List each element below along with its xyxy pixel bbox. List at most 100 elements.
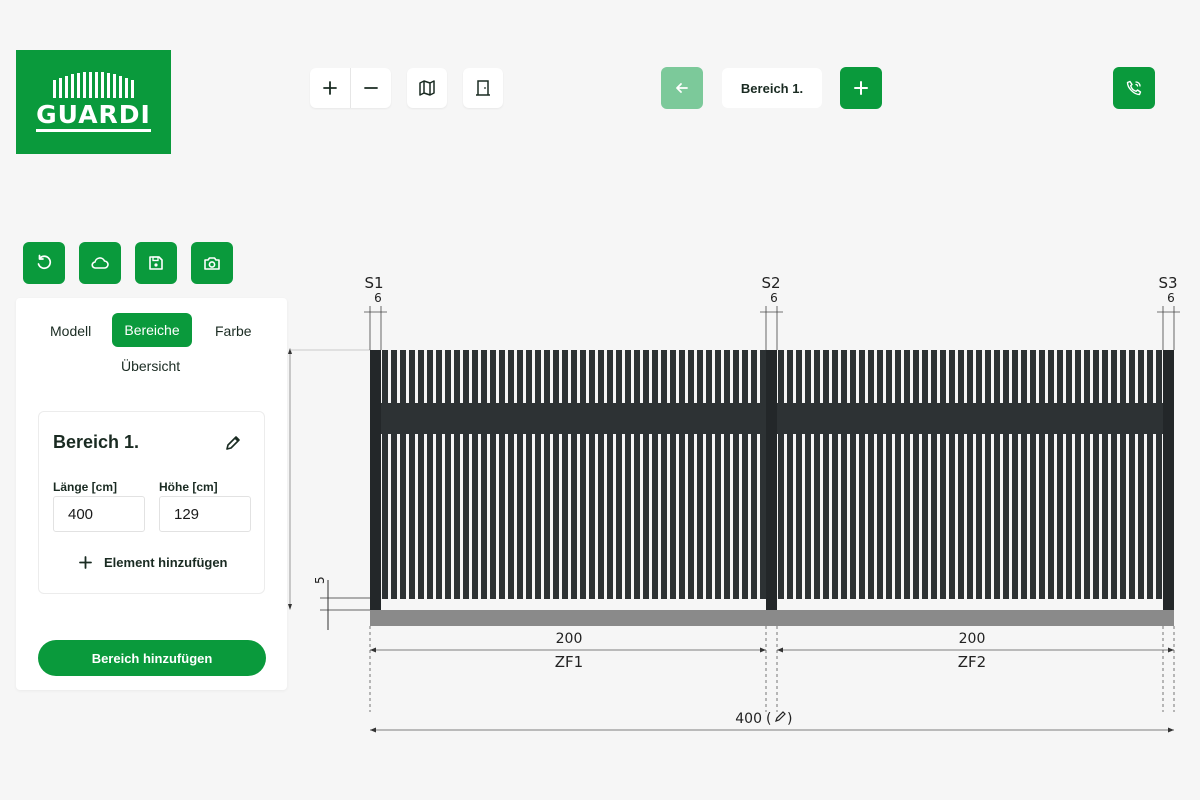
add-element-button[interactable]: Element hinzufügen	[79, 555, 228, 570]
slat-bottom	[1129, 433, 1135, 599]
tab-uebersicht[interactable]: Übersicht	[121, 358, 180, 374]
slat-top	[616, 350, 622, 404]
slat-bottom	[454, 433, 460, 599]
slat-top	[526, 350, 532, 404]
slat-bottom	[589, 433, 595, 599]
pencil-icon	[775, 711, 786, 722]
slat-bottom	[526, 433, 532, 599]
slat-bottom	[1066, 433, 1072, 599]
slat-bottom	[985, 433, 991, 599]
contact-button[interactable]	[1113, 67, 1155, 109]
slat-bottom	[1084, 433, 1090, 599]
door-view-button[interactable]	[463, 68, 503, 108]
slat-top	[913, 350, 919, 404]
slat-top	[553, 350, 559, 404]
slat-bottom	[967, 433, 973, 599]
slat-bottom	[535, 433, 541, 599]
slat-bottom	[1003, 433, 1009, 599]
slat-top	[589, 350, 595, 404]
slat-bottom	[877, 433, 883, 599]
edit-total-length-button[interactable]: ( )	[766, 711, 792, 727]
slat-bottom	[427, 433, 433, 599]
slat-bottom	[607, 433, 613, 599]
zoom-in-button[interactable]	[310, 68, 350, 108]
plus-icon	[79, 556, 92, 569]
slat-bottom	[1048, 433, 1054, 599]
slat-top	[886, 350, 892, 404]
slat-top	[931, 350, 937, 404]
slat-bottom	[553, 433, 559, 599]
tab-bereiche[interactable]: Bereiche	[112, 313, 192, 347]
height-field[interactable]: 129	[159, 496, 251, 532]
slat-top	[490, 350, 496, 404]
slat-bottom	[742, 433, 748, 599]
arrow-left-icon	[676, 83, 688, 93]
slat-top	[1111, 350, 1117, 404]
previous-area-button[interactable]	[661, 67, 703, 109]
height-label: Höhe [cm]	[159, 480, 218, 494]
slat-top	[679, 350, 685, 404]
slat-bottom	[481, 433, 487, 599]
slat-top	[436, 350, 442, 404]
slat-bottom	[544, 433, 550, 599]
slat-top	[535, 350, 541, 404]
slat-bottom	[1075, 433, 1081, 599]
slat-bottom	[724, 433, 730, 599]
slat-bottom	[1138, 433, 1144, 599]
reset-button[interactable]	[23, 242, 65, 284]
slat-top	[382, 350, 388, 404]
slat-bottom	[652, 433, 658, 599]
slat-top	[625, 350, 631, 404]
fence-drawing[interactable]: 5 S1 6 S2 6 S3 6 200 ZF1 200 ZF2 400 ( )	[280, 260, 1200, 750]
slat-bottom	[634, 433, 640, 599]
zoom-out-button[interactable]	[351, 68, 391, 108]
slat-bottom	[1093, 433, 1099, 599]
current-area-label[interactable]: Bereich 1.	[722, 68, 822, 108]
slat-bottom	[805, 433, 811, 599]
tab-modell[interactable]: Modell	[50, 323, 91, 339]
ground-strip	[370, 610, 1174, 626]
cloud-button[interactable]	[79, 242, 121, 284]
slat-top	[652, 350, 658, 404]
slat-top	[544, 350, 550, 404]
map-icon	[419, 80, 435, 96]
map-view-button[interactable]	[407, 68, 447, 108]
edit-area-name-button[interactable]	[224, 434, 242, 457]
ground-gap-label: 5	[313, 576, 327, 584]
length-label: Länge [cm]	[53, 480, 118, 494]
slat-top	[805, 350, 811, 404]
slat-bottom	[1147, 433, 1153, 599]
slat-bottom	[490, 433, 496, 599]
slat-bottom	[706, 433, 712, 599]
save-button[interactable]	[135, 242, 177, 284]
phone-call-icon	[1126, 80, 1142, 96]
screenshot-button[interactable]	[191, 242, 233, 284]
post-s2	[766, 350, 777, 610]
slat-top	[922, 350, 928, 404]
add-area-bottom-button[interactable]: Bereich hinzufügen	[38, 640, 266, 676]
tab-farbe[interactable]: Farbe	[215, 323, 252, 339]
slat-top	[796, 350, 802, 404]
length-field[interactable]: 400	[53, 496, 145, 532]
slat-bottom	[787, 433, 793, 599]
post-s2-width: 6	[770, 291, 778, 305]
slat-bottom	[616, 433, 622, 599]
slat-bottom	[679, 433, 685, 599]
slat-bottom	[886, 433, 892, 599]
add-area-button[interactable]	[840, 67, 882, 109]
slat-bottom	[994, 433, 1000, 599]
slat-bottom	[418, 433, 424, 599]
slat-top	[1075, 350, 1081, 404]
reset-icon	[37, 254, 52, 270]
slat-top	[850, 350, 856, 404]
slat-top	[814, 350, 820, 404]
slat-top	[1084, 350, 1090, 404]
plus-icon	[854, 81, 868, 95]
slat-bottom	[445, 433, 451, 599]
slat-top	[985, 350, 991, 404]
slat-bottom	[868, 433, 874, 599]
slat-bottom	[895, 433, 901, 599]
slat-bottom	[409, 433, 415, 599]
slat-top	[976, 350, 982, 404]
logo-text: GUARDI	[36, 102, 151, 132]
